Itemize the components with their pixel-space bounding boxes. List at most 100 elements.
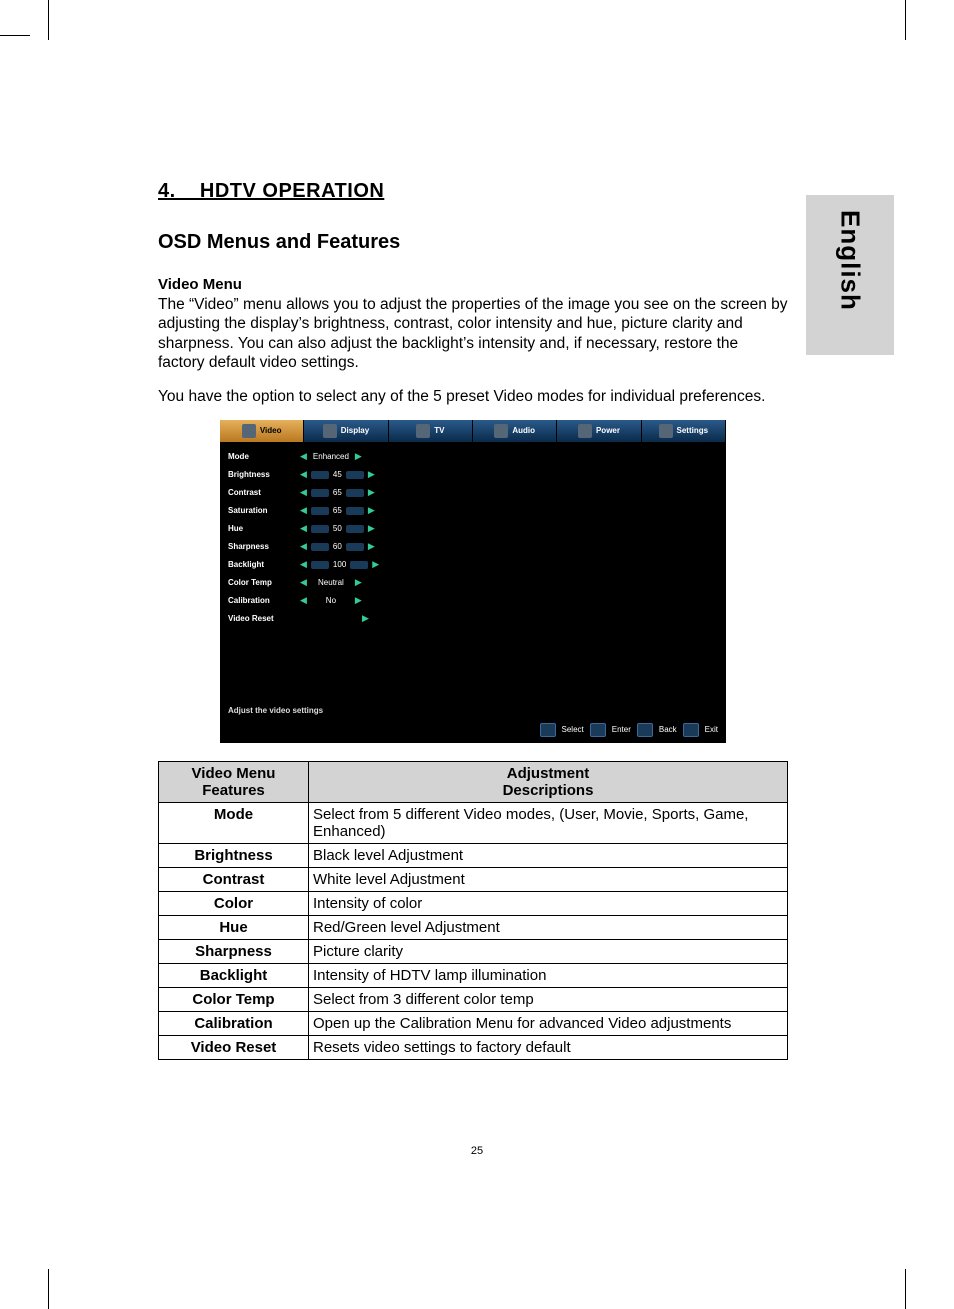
enter-key-icon (590, 723, 606, 737)
section-heading: 4. HDTV OPERATION (158, 180, 788, 203)
osd-row-value: ◀60▶ (300, 541, 375, 552)
video-menu-heading: Video Menu (158, 276, 788, 293)
table-header-descriptions: Adjustment Descriptions (309, 761, 788, 802)
settings-icon (659, 424, 673, 438)
osd-row-value: ◀100▶ (300, 559, 379, 570)
arrow-left-icon: ◀ (300, 451, 307, 462)
feature-name: Hue (159, 915, 309, 939)
table-row: BrightnessBlack level Adjustment (159, 843, 788, 867)
arrow-right-icon: ▶ (355, 451, 362, 462)
arrow-left-icon: ◀ (300, 541, 307, 552)
feature-name: Brightness (159, 843, 309, 867)
arrow-right-icon: ▶ (355, 577, 362, 588)
feature-name: Color Temp (159, 987, 309, 1011)
table-row: ModeSelect from 5 different Video modes,… (159, 802, 788, 843)
arrow-left-icon: ◀ (300, 595, 307, 606)
tv-icon (416, 424, 430, 438)
video-menu-features-table: Video Menu Features Adjustment Descripti… (158, 761, 788, 1060)
exit-key-icon (683, 723, 699, 737)
osd-row-label: Video Reset (228, 614, 300, 623)
slider-bar-icon (311, 507, 329, 515)
osd-row-label: Sharpness (228, 542, 300, 551)
osd-hint: Adjust the video settings (220, 702, 726, 719)
feature-description: Black level Adjustment (309, 843, 788, 867)
osd-row: Color Temp◀Neutral▶ (228, 574, 718, 592)
osd-body: Mode◀Enhanced▶Brightness◀45▶Contrast◀65▶… (220, 442, 726, 702)
arrow-right-icon: ▶ (368, 523, 375, 534)
osd-row-label: Mode (228, 452, 300, 461)
feature-description: Select from 3 different color temp (309, 987, 788, 1011)
osd-tab-bar: Video Display TV Audio Power Settings (220, 420, 726, 442)
slider-bar-icon (311, 561, 329, 569)
feature-name: Sharpness (159, 939, 309, 963)
osd-row-value: ◀Neutral▶ (300, 577, 362, 588)
language-side-tab: English (806, 195, 894, 355)
page-number: 25 (0, 1145, 954, 1157)
audio-icon (494, 424, 508, 438)
feature-name: Color (159, 891, 309, 915)
feature-name: Video Reset (159, 1035, 309, 1059)
osd-row: Sharpness◀60▶ (228, 538, 718, 556)
page-content: 4. HDTV OPERATION OSD Menus and Features… (158, 180, 788, 1060)
osd-tab-audio: Audio (473, 420, 557, 442)
osd-tab-display: Display (304, 420, 388, 442)
osd-row-label: Contrast (228, 488, 300, 497)
slider-bar-icon (346, 543, 364, 551)
arrow-right-icon: ▶ (372, 559, 379, 570)
osd-row: Brightness◀45▶ (228, 466, 718, 484)
arrow-left-icon: ◀ (300, 523, 307, 534)
video-icon (242, 424, 256, 438)
osd-tab-tv: TV (389, 420, 473, 442)
feature-name: Calibration (159, 1011, 309, 1035)
osd-row-label: Hue (228, 524, 300, 533)
osd-row: Contrast◀65▶ (228, 484, 718, 502)
paragraph-2: You have the option to select any of the… (158, 387, 788, 406)
table-header-features: Video Menu Features (159, 761, 309, 802)
osd-tab-power: Power (557, 420, 641, 442)
arrow-right-icon: ▶ (362, 613, 369, 624)
osd-row: Calibration◀No▶ (228, 592, 718, 610)
subsection-heading: OSD Menus and Features (158, 231, 788, 254)
paragraph-1: The “Video” menu allows you to adjust th… (158, 295, 788, 373)
arrow-right-icon: ▶ (368, 541, 375, 552)
table-row: HueRed/Green level Adjustment (159, 915, 788, 939)
osd-tab-video: Video (220, 420, 304, 442)
osd-row-label: Saturation (228, 506, 300, 515)
arrow-right-icon: ▶ (368, 487, 375, 498)
table-row: Color TempSelect from 3 different color … (159, 987, 788, 1011)
osd-screenshot: Video Display TV Audio Power Settings Mo… (220, 420, 726, 743)
feature-name: Backlight (159, 963, 309, 987)
table-row: Video ResetResets video settings to fact… (159, 1035, 788, 1059)
arrow-right-icon: ▶ (355, 595, 362, 606)
display-icon (323, 424, 337, 438)
power-icon (578, 424, 592, 438)
osd-row: Video Reset ▶ (228, 610, 718, 628)
back-key-icon (637, 723, 653, 737)
osd-row-label: Calibration (228, 596, 300, 605)
osd-row-label: Color Temp (228, 578, 300, 587)
osd-row-value: ◀No▶ (300, 595, 362, 606)
osd-footer: Select Enter Back Exit (220, 719, 726, 743)
slider-bar-icon (346, 489, 364, 497)
osd-row-value: ◀50▶ (300, 523, 375, 534)
feature-description: Intensity of HDTV lamp illumination (309, 963, 788, 987)
slider-bar-icon (346, 471, 364, 479)
slider-bar-icon (346, 507, 364, 515)
arrow-left-icon: ◀ (300, 469, 307, 480)
arrow-left-icon: ◀ (300, 505, 307, 516)
arrow-left-icon: ◀ (300, 487, 307, 498)
table-row: ContrastWhite level Adjustment (159, 867, 788, 891)
slider-bar-icon (350, 561, 368, 569)
table-row: SharpnessPicture clarity (159, 939, 788, 963)
osd-row-label: Brightness (228, 470, 300, 479)
osd-row: Hue◀50▶ (228, 520, 718, 538)
slider-bar-icon (311, 543, 329, 551)
table-row: BacklightIntensity of HDTV lamp illumina… (159, 963, 788, 987)
osd-row-value: ◀45▶ (300, 469, 375, 480)
language-label: English (835, 210, 866, 311)
osd-row: Saturation◀65▶ (228, 502, 718, 520)
feature-name: Mode (159, 802, 309, 843)
feature-description: Select from 5 different Video modes, (Us… (309, 802, 788, 843)
feature-description: Open up the Calibration Menu for advance… (309, 1011, 788, 1035)
osd-row: Backlight◀100▶ (228, 556, 718, 574)
